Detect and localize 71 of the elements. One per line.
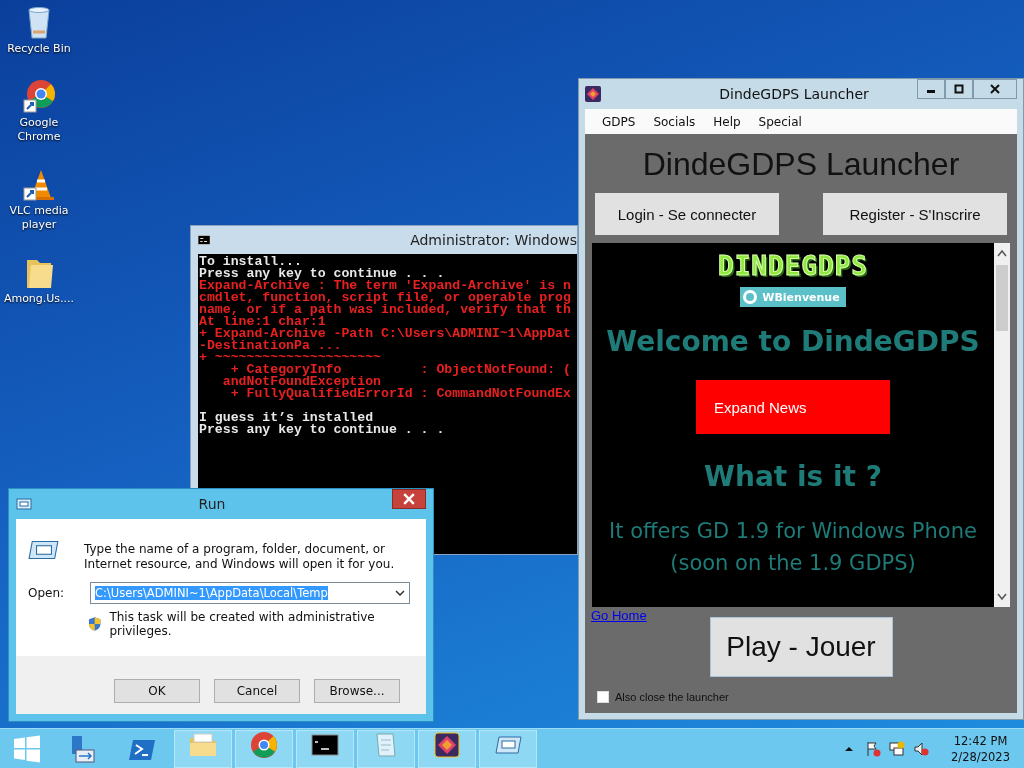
shield-icon <box>88 616 102 632</box>
clock-date[interactable]: 2/28/2023 <box>951 749 1010 764</box>
console-line: I guess it’s installed <box>199 412 374 424</box>
login-button[interactable]: Login - Se connecter <box>595 193 779 235</box>
maximize-button[interactable] <box>945 79 973 99</box>
desktop-icon-label[interactable]: Among.Us.... <box>2 292 76 306</box>
maximize-icon <box>954 84 964 94</box>
desktop-icon-label[interactable]: Recycle Bin <box>2 42 76 56</box>
badge-label: WBienvenue <box>762 290 840 304</box>
clock-time[interactable]: 12:42 PM <box>953 733 1008 748</box>
console-line: Press any key to continue . . . <box>199 268 445 280</box>
checkbox-label: Also close the launcher <box>615 691 729 703</box>
window-title: Administrator: Windows <box>410 232 577 248</box>
admin-note: This task will be created with administrative privileges. <box>109 610 376 638</box>
console-line: + FullyQualifiedErrorId : CommandNotFoundEx <box>230 388 572 400</box>
scroll-down-icon[interactable] <box>997 593 1007 601</box>
play-button[interactable]: Play - Jouer <box>709 617 893 677</box>
console-line: cmdlet, function, script file, or operable prog <box>199 292 572 304</box>
welcome-heading: Welcome to DindeGDPS <box>606 325 980 358</box>
description-text: It offers GD 1.9 for Windows Phone (soon on the 1.9 GDPS) <box>608 518 978 577</box>
console-line: At line:1 char:1 <box>199 316 326 328</box>
close-icon <box>990 84 1000 94</box>
launcher-heading: DindeGDPS Launcher <box>642 146 960 183</box>
network-icon[interactable] <box>889 740 906 757</box>
chrome-icon <box>249 730 279 760</box>
console-line: To install... <box>199 256 303 268</box>
game-app-icon <box>432 730 462 760</box>
checkbox[interactable] <box>597 691 609 703</box>
dropdown-caret-icon[interactable] <box>395 590 405 596</box>
scrollbar-thumb[interactable] <box>996 265 1008 331</box>
windows-start-icon[interactable] <box>13 734 41 763</box>
app-icon <box>585 86 601 102</box>
window-title: DindeGDPS Launcher <box>718 86 870 102</box>
speaker-icon[interactable] <box>913 740 930 757</box>
console-line: + Expand-Archive -Path C:\Users\ADMINI~1\AppDat <box>199 328 572 340</box>
menu-item[interactable]: Help <box>704 114 750 129</box>
menu-item[interactable]: GDPS <box>593 114 645 129</box>
dialog-button[interactable]: Browse... <box>314 679 400 703</box>
console-line: + ~~~~~~~~~~~~~~~~~~~~~ <box>199 352 383 364</box>
console-line: Press any key to continue . . . <box>199 424 446 436</box>
console-icon <box>198 234 211 246</box>
section-heading: What is it ? <box>704 460 882 493</box>
window-title: Run <box>197 496 227 512</box>
menu-item[interactable]: Special <box>749 114 811 129</box>
instruction-text: Type the name of a program, folder, document, or Internet resource, and Windows will open it for you. <box>84 542 396 572</box>
console-line: name, or if a path was included, verify that th <box>199 304 572 316</box>
dialog-button[interactable]: OK <box>114 679 200 703</box>
close-button[interactable] <box>973 79 1017 99</box>
expand-news-button[interactable]: Expand News <box>696 380 890 434</box>
dialog-button[interactable]: Cancel <box>214 679 300 703</box>
close-icon <box>401 493 417 505</box>
run-icon <box>16 498 32 510</box>
field-label: Open: <box>28 586 66 600</box>
scrollbar[interactable] <box>994 243 1010 607</box>
desktop-icon-label[interactable]: VLC media player <box>2 204 76 232</box>
console-line: andNotFoundException <box>221 376 382 388</box>
taskbar-button[interactable] <box>418 729 476 768</box>
minimize-button[interactable] <box>917 79 945 99</box>
menu-item[interactable]: Socials <box>644 114 705 129</box>
desktop-icon-label[interactable]: Google Chrome <box>2 116 76 144</box>
console-line: -DestinationPa ... <box>199 340 343 352</box>
console-line: Expand-Archive : The term 'Expand-Archive' is n <box>199 280 572 292</box>
scroll-up-icon[interactable] <box>997 249 1007 257</box>
taskbar-button[interactable] <box>296 729 354 768</box>
chrome-shortcut-icon[interactable] <box>21 78 57 114</box>
flag-icon[interactable] <box>865 740 882 757</box>
console-line: + CategoryInfo : ObjectNotFound: ( <box>230 364 572 376</box>
run-icon <box>28 539 60 561</box>
logo-text: DINDEGDPS <box>718 251 868 281</box>
close-button[interactable] <box>392 489 426 509</box>
register-button[interactable]: Register - S'Inscrire <box>823 193 1007 235</box>
